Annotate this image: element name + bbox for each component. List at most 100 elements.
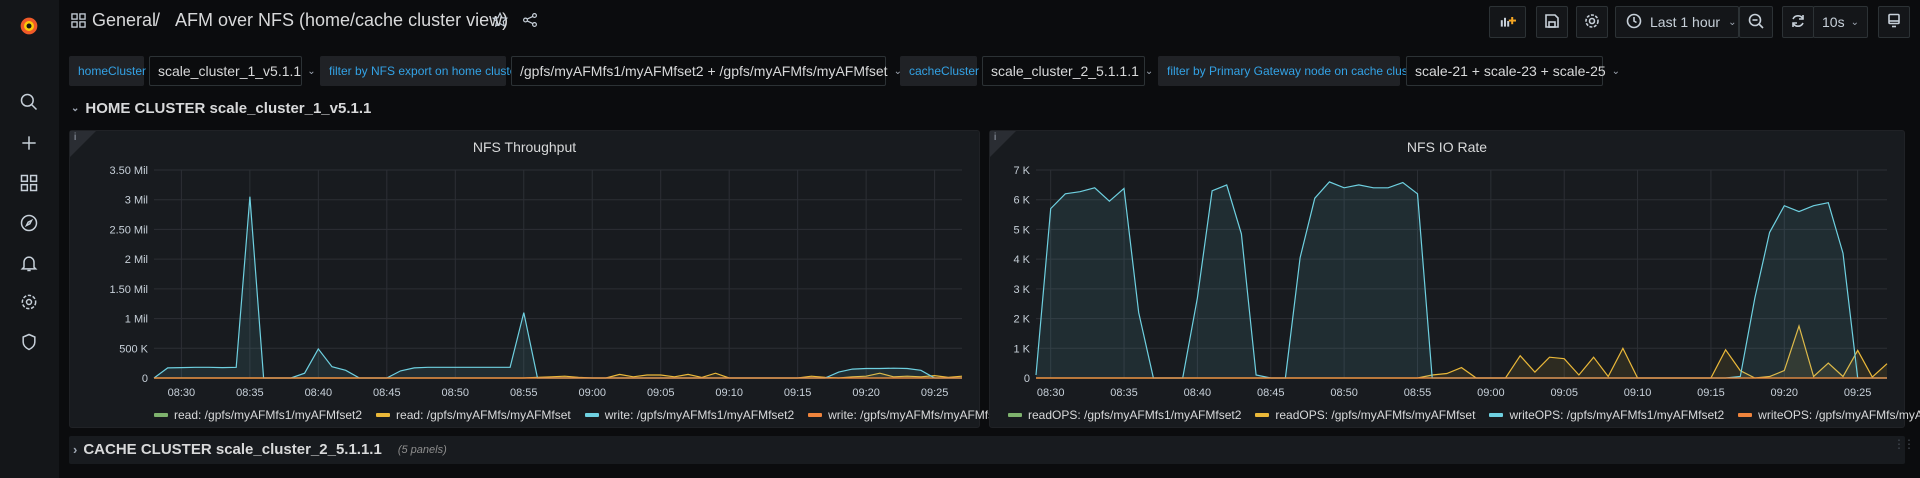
explore-compass-icon[interactable] [17,211,41,235]
y-tick-label: 7 K [1013,165,1030,177]
io-rate-chart: 0 1 K 2 K 3 K 4 K 5 K 6 K 7 K 08:30 08:35 08:40 08:… [1013,165,1888,399]
zoom-out-button[interactable] [1739,6,1773,38]
search-icon[interactable] [17,90,41,114]
x-tick-label: 08:50 [442,387,470,399]
share-icon[interactable] [521,11,539,34]
x-tick-label: 09:10 [1624,387,1652,399]
add-panel-button[interactable] [1489,6,1526,38]
legend-label[interactable]: read: /gpfs/myAFMfs1/myAFMfset2 [174,408,362,422]
x-tick-label: 08:55 [510,387,538,399]
configuration-gear-icon[interactable] [17,290,41,314]
time-range-picker[interactable]: Last 1 hour ⌄ [1615,6,1739,38]
refresh-icon [1790,13,1806,32]
cycle-view-mode-button[interactable] [1878,6,1910,38]
refresh-button[interactable] [1782,6,1814,38]
breadcrumb-folder[interactable]: General [92,10,156,31]
legend-swatch[interactable] [154,413,168,417]
legend-label[interactable]: readOPS: /gpfs/myAFMfs1/myAFMfset2 [1028,408,1241,422]
variable-dropdown-gateway-node[interactable]: scale-21 + scale-23 + scale-25 ⌄ [1406,56,1620,86]
y-tick-label: 3 K [1013,284,1030,296]
x-tick-label: 08:45 [373,387,401,399]
drag-handle-icon[interactable]: ⋮⋮ [1893,438,1915,450]
chevron-down-icon: ⌄ [1611,65,1621,77]
save-dashboard-button[interactable] [1536,6,1568,38]
chevron-down-icon: ⌄ [307,65,316,77]
add-panel-icon [1500,13,1516,32]
refresh-interval-label: 10s [1822,14,1845,30]
chevron-right-icon: › [73,442,78,457]
breadcrumb-separator: / [155,10,161,30]
y-tick-label: 2 Mil [125,254,148,266]
alerting-bell-icon[interactable] [17,251,41,275]
chevron-down-icon: ⌄ [1144,65,1154,77]
chart-legend: read: /gpfs/myAFMfs1/myAFMfset2 read: /gp… [154,408,1004,422]
variable-value: scale_cluster_2_5.1.1.1 [991,63,1139,79]
series-line-2 [153,196,962,379]
legend-item[interactable]: read: /gpfs/myAFMfs1/myAFMfset2 [154,408,362,422]
y-tick-label: 6 K [1013,195,1030,207]
x-tick-label: 08:45 [1257,387,1285,399]
legend-item[interactable]: readOPS: /gpfs/myAFMfs/myAFMfset [1255,408,1475,422]
chevron-down-icon: ⌄ [71,103,80,114]
legend-swatch[interactable] [1255,413,1270,417]
legend-swatch[interactable] [584,413,599,417]
zoom-out-icon [1748,13,1764,32]
legend-item[interactable]: writeOPS: /gpfs/myAFMfs1/myAFMfset2 [1489,408,1724,422]
grafana-logo-icon[interactable] [17,14,41,38]
server-admin-shield-icon[interactable] [17,330,41,354]
dashboard-title[interactable]: AFM over NFS (home/cache cluster view) [175,10,508,31]
legend-swatch[interactable] [1738,413,1753,417]
row-title: HOME CLUSTER scale_cluster_1_v5.1.1 [85,100,372,117]
variable-dropdown-cachecluster[interactable]: scale_cluster_2_5.1.1.1 ⌄ [982,56,1153,86]
legend-item[interactable]: write: /gpfs/myAFMfs1/myAFMfset2 [584,408,794,422]
panel-nfs-io-rate: i NFS IO Rate 01 K2 K3 K4 K5 K6 K7 K 08:3… [989,130,1920,428]
legend-item[interactable]: write: /gpfs/myAFMfs/myAFMfset [808,408,1004,422]
legend-label[interactable]: writeOPS: /gpfs/myAFMfs/myAFMfset [1758,408,1920,422]
variable-value: /gpfs/myAFMfs1/myAFMfset2 + /gpfs/myAFMf… [520,63,888,79]
y-tick-label: 2.50 Mil [109,224,148,236]
plus-icon[interactable] [17,131,41,155]
row-title: CACHE CLUSTER scale_cluster_2_5.1.1.1 [83,441,382,458]
y-tick-label: 3 Mil [125,195,148,207]
x-tick-label: 08:55 [1404,387,1432,399]
variable-dropdown-homecluster[interactable]: scale_cluster_1_v5.1.1 ⌄ [149,56,316,86]
dashboards-icon[interactable] [17,171,41,195]
row-header-home-cluster[interactable]: ⌄ HOME CLUSTER scale_cluster_1_v5.1.1 [71,100,371,117]
x-tick-label: 09:15 [1697,387,1725,399]
dashboards-grid-icon [71,12,86,33]
y-tick-label: 1 Mil [125,314,148,326]
time-range-label: Last 1 hour [1650,14,1721,30]
legend-label[interactable]: writeOPS: /gpfs/myAFMfs1/myAFMfset2 [1509,408,1724,422]
legend-label[interactable]: read: /gpfs/myAFMfs/myAFMfset [396,408,571,422]
y-tick-label: 0 [142,373,148,385]
legend-item[interactable]: readOPS: /gpfs/myAFMfs1/myAFMfset2 [1008,408,1241,422]
legend-item[interactable]: read: /gpfs/myAFMfs/myAFMfset [376,408,571,422]
legend-swatch[interactable] [1489,413,1504,417]
legend-label[interactable]: readOPS: /gpfs/myAFMfs/myAFMfset [1275,408,1475,422]
legend-swatch[interactable] [1008,413,1022,417]
x-tick-label: 08:35 [236,387,264,399]
throughput-chart: 0 500 K 1 Mil 1.50 Mil 2 Mil 2.50 Mil 3 Mil 3.5… [109,165,963,399]
top-navbar: General / AFM over NFS (home/cache clust… [59,0,1920,44]
x-tick-label: 09:10 [715,387,743,399]
legend-item[interactable]: writeOPS: /gpfs/myAFMfs/myAFMfset [1738,408,1920,422]
legend-label[interactable]: write: /gpfs/myAFMfs1/myAFMfset2 [605,408,794,422]
variable-dropdown-nfs-export[interactable]: /gpfs/myAFMfs1/myAFMfset2 + /gpfs/myAFMf… [511,56,902,86]
y-tick-label: 1 K [1013,343,1030,355]
gear-icon [1584,13,1600,32]
row-header-cache-cluster[interactable]: › CACHE CLUSTER scale_cluster_2_5.1.1.1 … [69,436,1915,464]
star-icon[interactable] [491,11,509,34]
x-tick-label: 09:05 [647,387,675,399]
x-tick-label: 08:30 [1037,387,1065,399]
x-tick-label: 09:25 [921,387,949,399]
x-tick-label: 09:25 [1844,387,1872,399]
legend-swatch[interactable] [376,413,391,417]
legend-swatch[interactable] [808,413,823,417]
y-tick-label: 0 [1024,373,1030,385]
dashboard-settings-button[interactable] [1576,6,1608,38]
y-tick-label: 2 K [1013,314,1030,326]
legend-label[interactable]: write: /gpfs/myAFMfs/myAFMfset [828,408,1004,422]
x-tick-label: 09:00 [1477,387,1505,399]
chevron-down-icon: ⌄ [1728,16,1737,28]
refresh-interval-picker[interactable]: 10s ⌄ [1813,6,1868,38]
